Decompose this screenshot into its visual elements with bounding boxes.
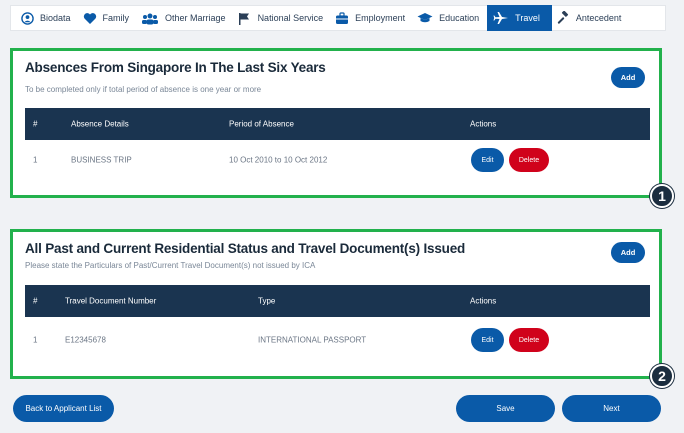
tab-label: National Service [257,13,324,23]
delete-button[interactable]: Delete [509,148,549,172]
section-title: All Past and Current Residential Status … [25,241,466,256]
flag-icon [238,11,252,25]
graduation-cap-icon [417,11,433,25]
next-button[interactable]: Next [562,395,661,422]
table-header: # Absence Details Period of Absence Acti… [25,108,650,140]
table-row: 1 BUSINESS TRIP 10 Oct 2010 to 10 Oct 20… [25,140,650,180]
tab-education[interactable]: Education [413,5,487,31]
save-button[interactable]: Save [456,395,555,422]
table-header: # Travel Document Number Type Actions [25,285,650,317]
callout-badge: 2 [650,364,674,388]
section-subtitle: Please state the Particulars of Past/Cur… [25,261,316,270]
gavel-icon [556,11,570,25]
travel-document-type: INTERNATIONAL PASSPORT [258,335,367,345]
tab-label: Biodata [40,13,71,23]
delete-button[interactable]: Delete [509,328,549,352]
tab-label: Employment [355,13,406,23]
absences-section: Absences From Singapore In The Last Six … [10,48,662,198]
column-header: Actions [470,119,497,129]
section-title: Absences From Singapore In The Last Six … [25,60,326,75]
row-number: 1 [33,155,38,165]
add-absence-button[interactable]: Add [611,67,645,88]
travel-document-number: E12345678 [65,335,106,345]
tab-label: Travel [515,13,540,23]
tab-travel[interactable]: Travel [487,5,552,31]
section-subtitle: To be completed only if total period of … [25,85,262,94]
back-to-applicant-list-button[interactable]: Back to Applicant List [13,395,114,422]
user-icon [20,11,34,25]
edit-button[interactable]: Edit [471,328,504,352]
tab-antecedent[interactable]: Antecedent [552,5,630,31]
column-header: Actions [470,296,497,306]
row-number: 1 [33,335,38,345]
tab-family[interactable]: Family [79,5,138,31]
table-row: 1 E12345678 INTERNATIONAL PASSPORT Edit … [25,320,650,360]
briefcase-icon [335,11,349,25]
column-header: Travel Document Number [65,296,157,306]
people-icon [141,11,159,25]
tab-label: Other Marriage [165,13,226,23]
column-header: # [33,296,38,306]
tab-label: Antecedent [575,13,622,23]
tab-employment[interactable]: Employment [331,5,413,31]
absence-details: BUSINESS TRIP [71,155,132,165]
tab-label: Education [439,13,480,23]
callout-badge: 1 [650,184,674,208]
tab-other-marriage[interactable]: Other Marriage [137,5,234,31]
edit-button[interactable]: Edit [471,148,504,172]
travel-documents-section: All Past and Current Residential Status … [10,229,662,379]
column-header: Type [258,296,276,306]
tab-bar: Biodata Family Other Marriage National S… [10,5,666,31]
absence-period: 10 Oct 2010 to 10 Oct 2012 [229,155,328,165]
column-header: Absence Details [71,119,129,129]
add-travel-document-button[interactable]: Add [611,242,645,263]
tab-label: Family [102,13,130,23]
column-header: # [33,119,38,129]
tab-national-service[interactable]: National Service [234,5,332,31]
tab-biodata[interactable]: Biodata [16,5,79,31]
column-header: Period of Absence [229,119,294,129]
airplane-icon [493,11,509,25]
heart-icon [83,11,97,25]
